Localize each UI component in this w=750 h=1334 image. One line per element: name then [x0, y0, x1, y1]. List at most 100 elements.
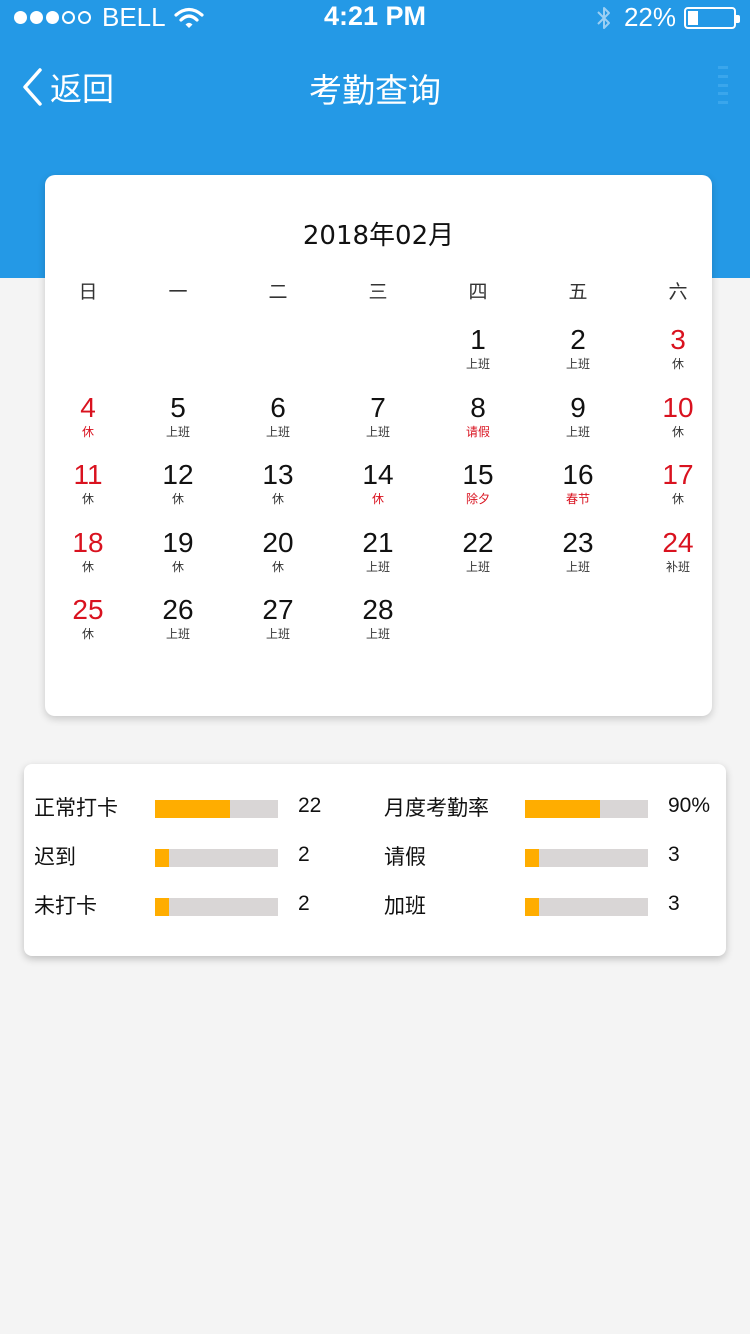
day-number: 19 — [162, 526, 194, 558]
calendar-day[interactable]: 10 休 — [628, 392, 728, 452]
calendar-day[interactable]: 17 休 — [628, 459, 728, 519]
battery-nub — [736, 14, 740, 23]
calendar-day[interactable]: 11 休 — [38, 459, 138, 519]
stat-label: 迟到 — [34, 845, 76, 869]
day-status-label: 上班 — [465, 559, 490, 574]
day-number: 6 — [270, 391, 286, 423]
day-number: 18 — [72, 526, 104, 558]
calendar-day[interactable]: 6 上班 — [228, 392, 328, 452]
day-number: 7 — [370, 391, 386, 423]
day-number: 22 — [462, 526, 494, 558]
day-status-label: 上班 — [165, 424, 190, 439]
stat-value: 2 — [298, 843, 310, 866]
day-number: 12 — [162, 459, 194, 490]
day-status-label: 上班 — [565, 357, 590, 371]
day-status-label: 休 — [81, 424, 94, 439]
stat-progress-fill — [155, 849, 169, 867]
calendar-day[interactable]: 1 上班 — [428, 324, 528, 384]
calendar-day[interactable]: 21 上班 — [328, 527, 428, 587]
day-number: 2 — [570, 324, 586, 355]
calendar-day[interactable]: 16 春节 — [528, 459, 628, 519]
stat-progress-fill — [525, 800, 601, 818]
day-number: 23 — [562, 526, 594, 558]
attendance-stats-card: 正常打卡 22 月度考勤率 90% 迟到 2 请假 3 未打卡 2 加班 3 — [24, 764, 726, 956]
day-status-label: 上班 — [565, 559, 590, 574]
calendar-day[interactable]: 24 补班 — [628, 527, 728, 587]
day-number: 24 — [662, 526, 694, 558]
stat-row: 正常打卡 22 — [34, 792, 364, 822]
calendar-day[interactable]: 7 上班 — [328, 392, 428, 452]
calendar-day[interactable]: 4休 — [38, 392, 138, 452]
calendar-day[interactable]: 14 休 — [328, 459, 428, 519]
stat-progress-bar — [525, 898, 648, 916]
calendar-day[interactable]: 3休 — [628, 324, 728, 384]
stat-progress-bar — [155, 849, 278, 867]
more-icon-line — [718, 83, 728, 87]
day-number: 17 — [662, 459, 694, 490]
calendar-day[interactable]: 13 休 — [228, 459, 328, 519]
calendar-day[interactable]: 20 休 — [228, 527, 328, 587]
day-number: 20 — [262, 526, 294, 558]
stat-value: 22 — [298, 794, 322, 817]
calendar-day[interactable]: 5 上班 — [128, 392, 228, 452]
calendar-day[interactable]: 27 上班 — [228, 594, 328, 654]
day-number: 3 — [670, 324, 686, 355]
bluetooth-icon — [597, 6, 610, 29]
day-number: 10 — [662, 391, 694, 423]
calendar-day[interactable]: 2 上班 — [528, 324, 628, 384]
day-status-label: 除夕 — [465, 492, 490, 506]
stat-progress-fill — [525, 849, 539, 867]
calendar-day[interactable]: 15 除夕 — [428, 459, 528, 519]
day-status-label: 休 — [371, 492, 384, 506]
stat-progress-bar — [525, 800, 648, 818]
calendar-day[interactable]: 19 休 — [128, 527, 228, 587]
day-number: 4 — [80, 391, 96, 423]
day-status-label: 休 — [671, 357, 684, 371]
day-number: 21 — [362, 526, 394, 558]
day-number: 15 — [462, 459, 494, 490]
day-status-label: 休 — [671, 424, 684, 439]
stat-row: 迟到 2 — [34, 841, 364, 871]
stat-progress-bar — [155, 800, 278, 818]
calendar-day[interactable]: 9 上班 — [528, 392, 628, 452]
day-number: 25 — [72, 594, 104, 625]
calendar-day[interactable]: 22 上班 — [428, 527, 528, 587]
battery-percentage: 22% — [623, 2, 676, 32]
stat-label: 月度考勤率 — [384, 796, 489, 820]
day-status-label: 休 — [171, 492, 184, 506]
calendar-day[interactable]: 8 请假 — [428, 392, 528, 452]
day-status-label: 休 — [81, 492, 94, 506]
day-status-label: 休 — [271, 559, 284, 574]
calendar-day[interactable]: 18 休 — [38, 527, 138, 587]
day-status-label: 休 — [81, 559, 94, 574]
stat-label: 未打卡 — [34, 894, 97, 918]
calendar-card: 2018年02月 日一二三四五六 1 上班 2 上班 3 休 4 休 5 上班 6 上班 7 上班 8 请假 9… — [45, 175, 712, 716]
calendar-days-grid: 1 上班 2 上班 3 休 4 休 5 上班 6 上班 7 上班 8 请假 9 上班 10 休 11 休 12 休 13 休 14 休… — [45, 175, 712, 716]
day-status-label: 上班 — [265, 424, 290, 439]
day-status-label: 上班 — [265, 627, 290, 641]
stat-label: 加班 — [384, 894, 426, 918]
calendar-day[interactable]: 26 上班 — [128, 594, 228, 654]
day-status-label: 上班 — [365, 559, 390, 574]
more-icon-line — [718, 101, 728, 104]
status-bar: BELL 4:21 PM 22% — [0, 0, 750, 34]
day-status-label: 上班 — [565, 424, 590, 439]
more-icon-line — [718, 74, 728, 78]
stat-label: 正常打卡 — [34, 796, 118, 820]
day-status-label: 春节 — [565, 492, 590, 506]
calendar-day[interactable]: 12 休 — [128, 459, 228, 519]
day-status-label: 休 — [81, 627, 94, 641]
navigation-bar: 返回 考勤查询 — [0, 50, 750, 120]
day-status-label: 休 — [171, 559, 184, 574]
calendar-day[interactable]: 25 休 — [38, 594, 138, 654]
more-icon-line — [718, 92, 728, 96]
day-status-label: 上班 — [165, 627, 190, 641]
day-number: 1 — [470, 324, 486, 355]
calendar-day[interactable]: 28 上班 — [328, 594, 428, 654]
stat-progress-bar — [155, 898, 278, 916]
calendar-day[interactable]: 23 上班 — [528, 527, 628, 587]
day-number: 5 — [170, 391, 186, 423]
more-icon[interactable] — [718, 66, 728, 104]
stat-value: 3 — [668, 843, 680, 866]
day-status-label: 上班 — [365, 424, 390, 439]
